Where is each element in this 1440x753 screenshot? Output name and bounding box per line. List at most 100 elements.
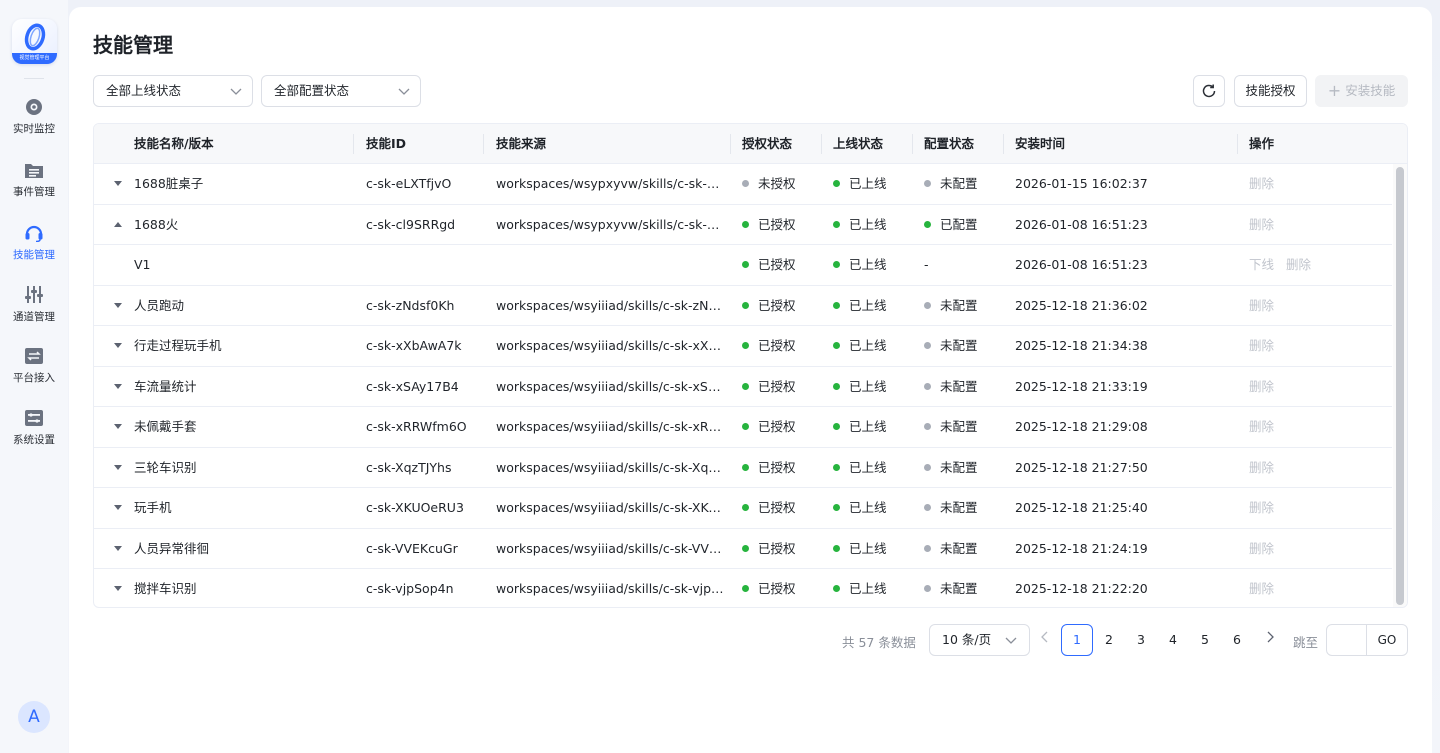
delete-link[interactable]: 删除 <box>1249 298 1274 313</box>
expand-caret-icon[interactable] <box>114 505 122 510</box>
page-button-5[interactable]: 5 <box>1189 624 1221 656</box>
expand-caret-icon[interactable] <box>114 424 122 429</box>
page-button-2[interactable]: 2 <box>1093 624 1125 656</box>
expand-caret-icon[interactable] <box>114 181 122 186</box>
delete-link[interactable]: 删除 <box>1286 257 1311 272</box>
skill-id <box>366 245 476 285</box>
delete-link[interactable]: 删除 <box>1249 581 1274 596</box>
config-status-filter[interactable]: 全部配置状态 <box>261 75 421 107</box>
sidebar-item-channel-management[interactable]: 通道管理 <box>0 285 68 337</box>
chevron-right-icon <box>1267 631 1274 643</box>
delete-link[interactable]: 删除 <box>1249 217 1274 232</box>
expand-caret-icon[interactable] <box>114 586 122 591</box>
status-dot-icon <box>833 544 840 552</box>
go-button[interactable]: GO <box>1366 624 1408 656</box>
status-dot-icon <box>833 585 840 592</box>
delete-link[interactable]: 删除 <box>1249 460 1274 475</box>
expand-caret-icon[interactable] <box>114 302 122 308</box>
delete-link[interactable]: 删除 <box>1249 338 1274 353</box>
config-status-text: 未配置 <box>940 176 978 191</box>
delete-link[interactable]: 删除 <box>1249 541 1274 556</box>
status-dot-icon <box>924 585 931 592</box>
delete-link[interactable]: 删除 <box>1249 500 1274 515</box>
expand-caret-icon[interactable] <box>114 464 122 470</box>
headset-icon <box>25 225 43 242</box>
table-row[interactable]: 人员跑动 c-sk-zNdsf0Kh workspaces/wsyiiiad/ski… <box>94 286 1392 326</box>
delete-link[interactable]: 删除 <box>1249 419 1274 434</box>
auth-status: 已授权 <box>742 407 817 447</box>
online-status-filter-value: 全部上线状态 <box>106 83 182 98</box>
config-status-text: 未配置 <box>940 297 978 313</box>
user-avatar[interactable]: A <box>18 701 50 733</box>
config-status-text: 已配置 <box>940 216 978 232</box>
delete-link[interactable]: 删除 <box>1249 379 1274 394</box>
auth-status: 已授权 <box>742 326 817 366</box>
chevron-down-icon <box>398 88 410 95</box>
refresh-button[interactable] <box>1193 75 1225 107</box>
collapse-caret-icon[interactable] <box>114 221 122 227</box>
table-scrollbar-thumb[interactable] <box>1396 167 1404 605</box>
next-page-button[interactable] <box>1262 631 1278 649</box>
table-row[interactable]: V1 已授权 已上线 - 2026-01-08 16:51:23 下线 删除 <box>94 245 1392 286</box>
table-row[interactable]: 1688脏桌子 c-sk-eLXTfjvO workspaces/wsypxyvw/… <box>94 164 1392 205</box>
install-skill-button[interactable]: + 安装技能 <box>1315 75 1408 107</box>
prev-page-button[interactable] <box>1037 631 1053 649</box>
table-row[interactable]: 车流量统计 c-sk-xSAy17B4 workspaces/wsyiiiad/sk… <box>94 367 1392 407</box>
status-dot-icon <box>924 382 931 390</box>
skill-id: c-sk-xRRWfm6O <box>366 419 467 434</box>
expand-caret-icon[interactable] <box>114 545 122 551</box>
online-status-filter[interactable]: 全部上线状态 <box>93 75 253 107</box>
column-divider <box>1003 134 1004 154</box>
status-dot-icon <box>833 504 840 511</box>
page-button-4[interactable]: 4 <box>1157 624 1189 656</box>
sidebar-item-event-management[interactable]: 事件管理 <box>0 161 68 213</box>
skill-authorize-button[interactable]: 技能授权 <box>1234 75 1307 107</box>
status-dot-icon <box>833 261 840 268</box>
sidebar-item-skill-management[interactable]: 技能管理 <box>0 223 68 275</box>
expand-caret-icon[interactable] <box>114 343 122 348</box>
table-row[interactable]: 行走过程玩手机 c-sk-xXbAwA7k workspaces/wsyiiiad/… <box>94 326 1392 367</box>
app-logo[interactable]: 视觉管理平台 <box>12 19 57 64</box>
table-row[interactable]: 三轮车识别 c-sk-XqzTJYhs workspaces/wsyiiiad/sk… <box>94 448 1392 488</box>
row-actions: 删除 <box>1249 164 1389 204</box>
table-row[interactable]: 玩手机 c-sk-XKUOeRU3 workspaces/wsyiiiad/skil… <box>94 488 1392 529</box>
config-status: 未配置 <box>924 164 999 204</box>
table-row[interactable]: 人员异常徘徊 c-sk-VVEKcuGr workspaces/wsyiiiad/s… <box>94 529 1392 569</box>
table-header: 技能名称/版本 技能ID 技能来源 授权状态 上线状态 配置状态 安装时间 操作 <box>94 124 1407 164</box>
row-actions: 删除 <box>1249 488 1389 528</box>
auth-status: 已授权 <box>742 367 817 407</box>
skill-name: 人员异常徘徊 <box>134 540 210 556</box>
online-status: 已上线 <box>833 245 908 285</box>
table-row[interactable]: 1688火 c-sk-cl9SRRgd workspaces/wsypxyvw/sk… <box>94 205 1392 245</box>
sidebar-item-system-settings[interactable]: 系统设置 <box>0 409 68 461</box>
config-status-text: 未配置 <box>940 419 978 434</box>
jump-page-input[interactable] <box>1326 624 1367 656</box>
status-dot-icon <box>833 220 840 228</box>
skill-source <box>496 245 724 285</box>
auth-status-text: 已授权 <box>758 500 796 515</box>
online-status: 已上线 <box>833 367 908 407</box>
install-time: 2025-12-18 21:36:02 <box>1015 297 1148 313</box>
install-time: 2025-12-18 21:34:38 <box>1015 338 1148 353</box>
auth-status: 已授权 <box>742 245 817 285</box>
page-size-select[interactable]: 10 条/页 <box>929 624 1030 656</box>
online-status: 已上线 <box>833 205 908 245</box>
page-button-6[interactable]: 6 <box>1221 624 1253 656</box>
config-status: 未配置 <box>924 286 999 326</box>
status-dot-icon <box>742 342 749 349</box>
sliders-icon <box>25 286 43 303</box>
sidebar-item-platform-access[interactable]: 平台接入 <box>0 347 68 399</box>
page-button-3[interactable]: 3 <box>1125 624 1157 656</box>
auth-status-text: 已授权 <box>758 378 796 394</box>
offline-link[interactable]: 下线 <box>1249 257 1274 272</box>
table-row[interactable]: 未佩戴手套 c-sk-xRRWfm6O workspaces/wsyiiiad/sk… <box>94 407 1392 448</box>
online-status-text: 已上线 <box>849 540 887 556</box>
page-button-1[interactable]: 1 <box>1061 624 1093 656</box>
install-time: 2025-12-18 21:27:50 <box>1015 459 1148 475</box>
table-row[interactable]: 搅拌车识别 c-sk-vjpSop4n workspaces/wsyiiiad/sk… <box>94 569 1392 607</box>
delete-link[interactable]: 删除 <box>1249 176 1274 191</box>
sidebar-item-realtime-monitor[interactable]: 实时监控 <box>0 98 68 150</box>
skill-source: workspaces/wsyiiiad/skills/c-sk-xRR... <box>496 419 724 434</box>
expand-caret-icon[interactable] <box>114 383 122 389</box>
page-size-value: 10 条/页 <box>942 632 992 647</box>
